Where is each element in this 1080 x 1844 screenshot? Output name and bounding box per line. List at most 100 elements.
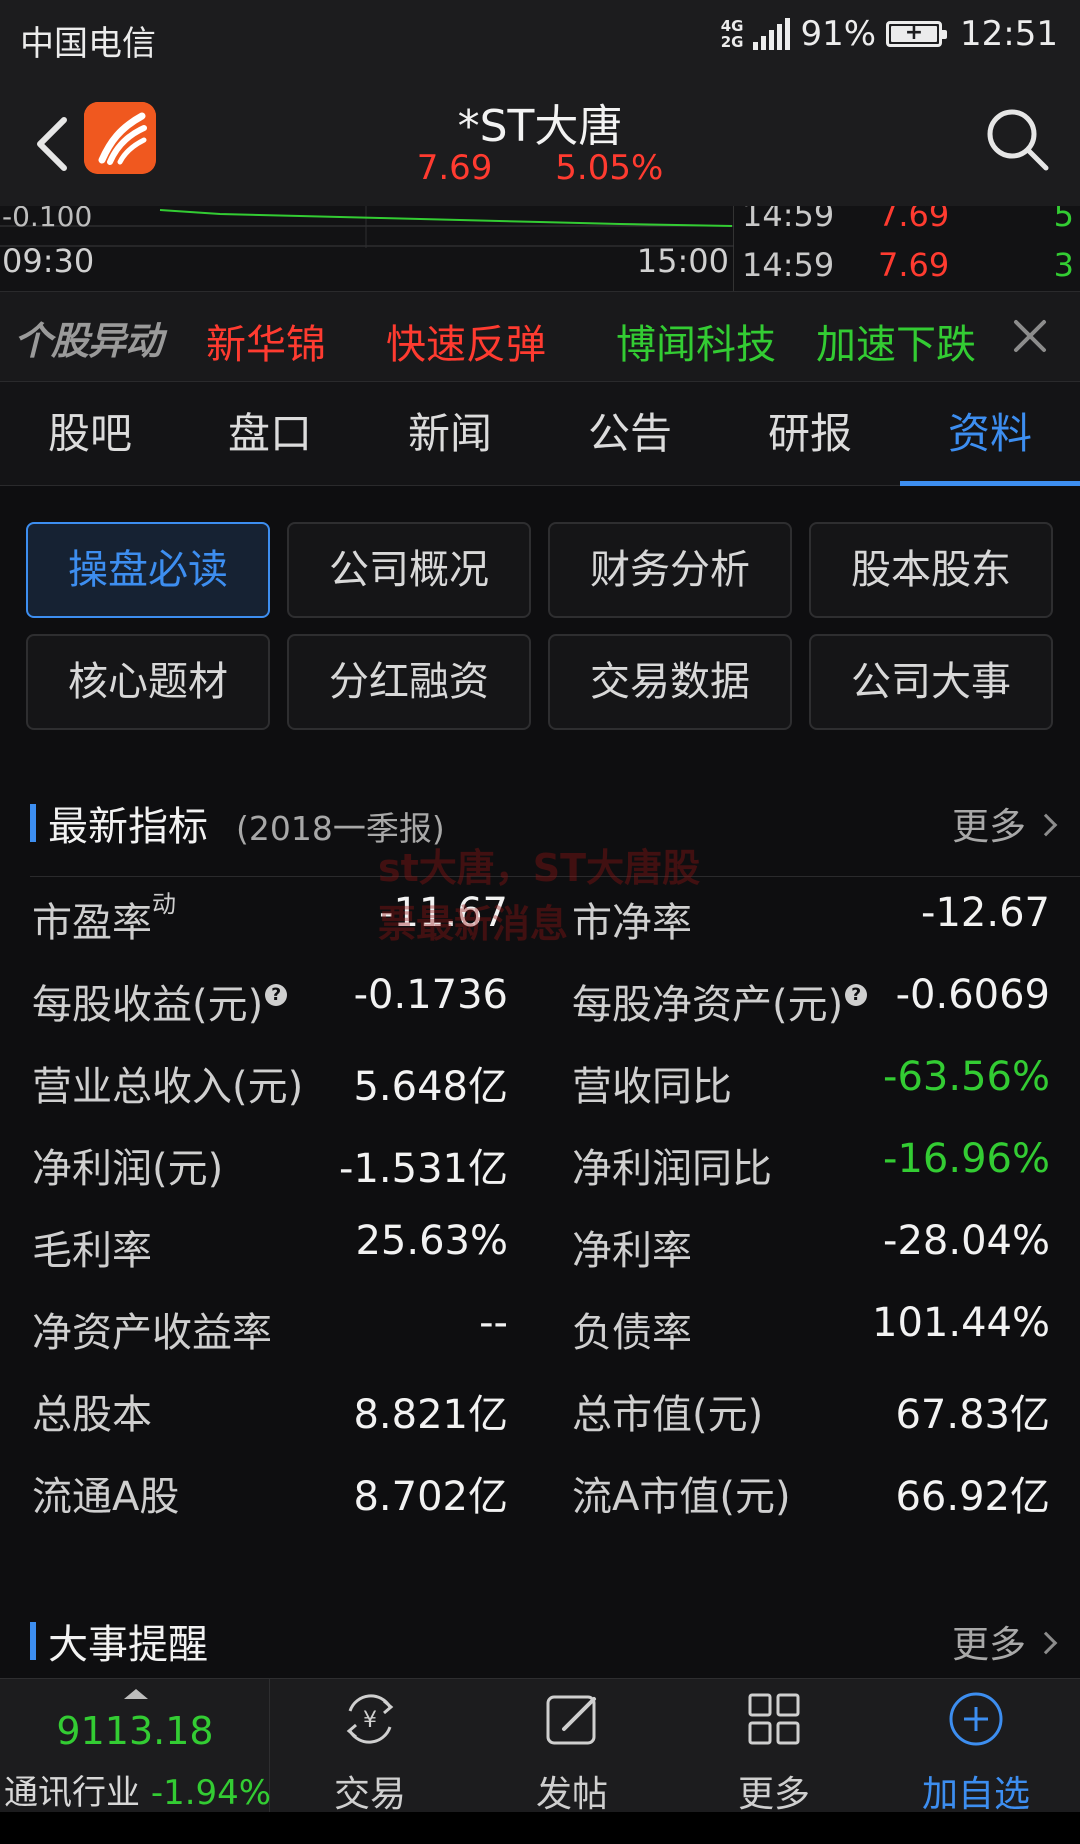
sub-button-trading-data[interactable]: 交易数据 (548, 634, 792, 730)
metric-value: 25.63% (355, 1218, 508, 1264)
watermark-line: st大唐，ST大唐股 (378, 846, 701, 890)
help-icon[interactable]: ? (265, 984, 288, 1006)
metric-label: 毛利率 (32, 1228, 152, 1274)
metric-value: -28.04% (883, 1218, 1050, 1264)
bottom-toolbar: 9113.18 通讯行业 -1.94% ¥ 交易 发帖 更多 加自选 (0, 1678, 1080, 1815)
section-title: 大事提醒 (48, 1622, 208, 1668)
nav-trade[interactable]: ¥ 交易 (270, 1679, 470, 1815)
metric-value: 101.44% (872, 1300, 1050, 1346)
intraday-chart-strip[interactable]: -0.100 09:30 15:00 14:59 7.69 5 14:59 7.… (0, 206, 1080, 292)
y-axis-label: -0.100 (2, 206, 93, 233)
tab-profile[interactable]: 资料 (900, 382, 1080, 486)
sub-button-core-themes[interactable]: 核心题材 (26, 634, 270, 730)
metric-value: -- (479, 1300, 508, 1346)
metric-value: 8.821亿 (353, 1392, 508, 1438)
tick-volume: 5 (1053, 206, 1074, 234)
metric-value: -0.6069 (895, 972, 1050, 1018)
status-icons: 4G 2G 91% + 12:51 (721, 14, 1058, 54)
section-accent-bar (30, 804, 36, 842)
metric-label: 营收同比 (572, 1064, 732, 1110)
tab-announcements[interactable]: 公告 (540, 382, 720, 486)
svg-text:¥: ¥ (363, 1708, 377, 1733)
nav-label: 交易 (333, 1774, 406, 1815)
events-header: 大事提醒 更多 (30, 1608, 1058, 1668)
search-icon[interactable] (984, 106, 1050, 172)
sector-index-widget[interactable]: 9113.18 通讯行业 -1.94% (0, 1679, 272, 1813)
tick-volume: 3 (1053, 246, 1074, 284)
metric-value: 5.648亿 (353, 1064, 508, 1110)
sub-button-major-events[interactable]: 公司大事 (809, 634, 1053, 730)
metric-value: -63.56% (883, 1054, 1050, 1100)
tab-research[interactable]: 研报 (720, 382, 900, 486)
tick-row: 14:59 7.69 5 (742, 206, 1074, 240)
help-icon[interactable]: ? (845, 984, 868, 1006)
index-name: 通讯行业 -1.94% (4, 1773, 272, 1813)
ticker-item[interactable]: 新华锦 (206, 312, 326, 370)
tick-price: 7.69 (878, 206, 950, 234)
more-link[interactable]: 更多 (952, 796, 1058, 850)
sub-button-financial-analysis[interactable]: 财务分析 (548, 522, 792, 618)
ticker-item[interactable]: 加速下跌 (816, 312, 976, 370)
metric-label: 负债率 (572, 1310, 692, 1356)
close-icon[interactable] (1010, 316, 1050, 356)
metric-value: -0.1736 (353, 972, 508, 1018)
status-bar: 中国电信 4G 2G 91% + 12:51 (0, 0, 1080, 78)
ticker-logo: 个股异动 (14, 319, 163, 363)
chevron-right-icon (1034, 1631, 1058, 1654)
section-accent-bar (30, 1622, 36, 1660)
table-row: 每股收益(元)? -0.1736 每股净资产(元)? -0.6069 (30, 972, 1050, 1052)
tab-guba[interactable]: 股吧 (0, 382, 180, 486)
intraday-line (0, 206, 734, 248)
carrier-name: 中国电信 (20, 24, 156, 64)
table-row: 毛利率 25.63% 净利率 -28.04% (30, 1218, 1050, 1298)
time-start: 09:30 (2, 242, 95, 280)
add-circle-icon (949, 1692, 1003, 1746)
metric-value: -12.67 (921, 890, 1050, 936)
metric-label: 净利率 (572, 1228, 692, 1274)
stock-title: *ST大唐 (457, 101, 623, 152)
change-percent: 5.05% (555, 148, 664, 188)
system-nav-bar (0, 1812, 1080, 1844)
tab-bar: 股吧 盘口 新闻 公告 研报 资料 (0, 382, 1080, 486)
section-title: 最新指标 (48, 804, 208, 850)
table-row: 净资产收益率 -- 负债率 101.44% (30, 1300, 1050, 1380)
tab-pankou[interactable]: 盘口 (180, 382, 360, 486)
metric-label: 净利润(元) (32, 1146, 224, 1192)
price-row: 7.69 5.05% (0, 148, 1080, 188)
nav-add-watchlist[interactable]: 加自选 (876, 1679, 1076, 1815)
tab-news[interactable]: 新闻 (360, 382, 540, 486)
ticker-item[interactable]: 快速反弹 (386, 312, 546, 370)
chevron-right-icon (1034, 813, 1058, 836)
sub-button-trading-guide[interactable]: 操盘必读 (26, 522, 270, 618)
tick-price: 7.69 (878, 246, 950, 284)
more-link[interactable]: 更多 (952, 1614, 1058, 1668)
current-price: 7.69 (416, 148, 493, 188)
metric-label: 营业总收入(元) (32, 1064, 304, 1110)
metric-label: 净利润同比 (572, 1146, 772, 1192)
metric-label[interactable]: 每股收益(元)? (32, 972, 288, 1030)
nav-more[interactable]: 更多 (674, 1679, 874, 1815)
battery-percent: 91% (800, 14, 877, 54)
table-row: 营业总收入(元) 5.648亿 营收同比 -63.56% (30, 1054, 1050, 1134)
yuan-exchange-icon: ¥ (346, 1694, 394, 1744)
metric-label[interactable]: 每股净资产(元)? (572, 972, 868, 1030)
metric-label: 净资产收益率 (32, 1310, 272, 1356)
signal-icon (753, 18, 791, 50)
metric-value: -16.96% (883, 1136, 1050, 1182)
tick-row: 14:59 7.69 3 (742, 246, 1074, 290)
sub-button-shareholders[interactable]: 股本股东 (809, 522, 1053, 618)
tick-time: 14:59 (742, 206, 835, 234)
metric-label: 流A市值(元) (572, 1474, 791, 1520)
metric-value: 66.92亿 (895, 1474, 1050, 1520)
nav-post[interactable]: 发帖 (472, 1679, 672, 1815)
stock-alert-ticker[interactable]: 个股异动 新华锦 快速反弹 博闻科技 加速下跌 (0, 292, 1080, 382)
metric-label: 市盈率动 (32, 889, 176, 946)
intraday-chart[interactable]: -0.100 09:30 15:00 (0, 206, 734, 291)
metric-label: 流通A股 (32, 1474, 180, 1520)
metric-label: 总股本 (32, 1392, 152, 1438)
ticker-item[interactable]: 博闻科技 (616, 312, 776, 370)
sub-button-company-overview[interactable]: 公司概况 (287, 522, 531, 618)
expand-up-icon[interactable] (124, 1689, 148, 1699)
metric-value: -1.531亿 (339, 1146, 508, 1192)
sub-button-dividends[interactable]: 分红融资 (287, 634, 531, 730)
